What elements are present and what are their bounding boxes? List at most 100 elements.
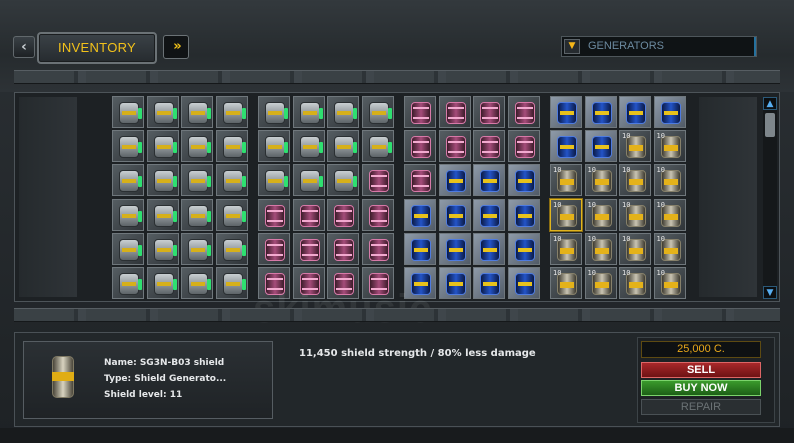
inventory-slot[interactable]: 10	[584, 198, 617, 231]
inventory-slot[interactable]	[215, 232, 248, 265]
inventory-slot[interactable]	[146, 267, 179, 299]
inventory-slot[interactable]	[550, 130, 582, 163]
inventory-slot[interactable]	[507, 96, 540, 128]
inventory-slot[interactable]: 10	[653, 267, 686, 299]
inventory-slot[interactable]: 10	[653, 130, 686, 163]
inventory-slot[interactable]	[361, 130, 394, 163]
inventory-slot[interactable]: 10	[584, 267, 617, 299]
next-arrow-button[interactable]: »	[163, 35, 189, 59]
inventory-slot[interactable]	[112, 130, 144, 163]
inventory-slot[interactable]	[438, 130, 471, 163]
inventory-slot[interactable]	[327, 232, 359, 265]
inventory-slot[interactable]	[473, 96, 505, 128]
inventory-slot[interactable]	[327, 198, 359, 231]
inventory-slot[interactable]	[361, 198, 394, 231]
inventory-slot[interactable]	[258, 198, 290, 231]
inventory-slot[interactable]	[181, 96, 213, 128]
inventory-slot[interactable]	[181, 164, 213, 197]
inventory-slot[interactable]	[292, 232, 325, 265]
inventory-slot[interactable]	[112, 96, 144, 128]
previous-arrow-icon[interactable]: ‹	[13, 36, 35, 58]
inventory-slot[interactable]: 10	[619, 130, 651, 163]
inventory-slot[interactable]	[404, 130, 436, 163]
category-dropdown[interactable]: ▼ GENERATORS	[561, 36, 757, 57]
inventory-slot[interactable]	[438, 96, 471, 128]
inventory-slot[interactable]	[404, 232, 436, 265]
tab-inventory[interactable]: INVENTORY	[37, 32, 157, 64]
inventory-slot[interactable]	[550, 96, 582, 128]
inventory-slot[interactable]	[112, 164, 144, 197]
inventory-slot[interactable]	[584, 96, 617, 128]
inventory-slot[interactable]	[404, 96, 436, 128]
inventory-slot[interactable]	[146, 198, 179, 231]
inventory-slot[interactable]	[181, 198, 213, 231]
inventory-slot[interactable]	[146, 164, 179, 197]
inventory-slot[interactable]	[404, 198, 436, 231]
repair-button[interactable]: REPAIR	[641, 399, 761, 415]
inventory-slot[interactable]	[438, 267, 471, 299]
inventory-slot[interactable]	[473, 198, 505, 231]
inventory-slot[interactable]: 10	[653, 164, 686, 197]
inventory-slot[interactable]	[619, 96, 651, 128]
inventory-slot[interactable]	[473, 164, 505, 197]
scrollbar-thumb[interactable]	[765, 113, 775, 137]
inventory-slot[interactable]	[327, 130, 359, 163]
grid-scrollbar[interactable]: ▲ ▼	[763, 97, 777, 299]
inventory-slot[interactable]	[438, 164, 471, 197]
dropdown-arrow-icon[interactable]: ▼	[564, 39, 580, 54]
inventory-slot[interactable]	[181, 232, 213, 265]
inventory-slot[interactable]: 10	[619, 198, 651, 231]
inventory-slot[interactable]: 10	[619, 267, 651, 299]
scroll-down-icon[interactable]: ▼	[763, 286, 777, 299]
inventory-slot[interactable]	[361, 96, 394, 128]
inventory-slot[interactable]	[507, 232, 540, 265]
inventory-slot[interactable]	[361, 232, 394, 265]
inventory-slot[interactable]	[181, 130, 213, 163]
inventory-slot[interactable]	[215, 198, 248, 231]
inventory-slot[interactable]	[215, 164, 248, 197]
inventory-slot[interactable]: 10	[550, 267, 582, 299]
inventory-slot[interactable]	[215, 130, 248, 163]
inventory-slot[interactable]	[112, 198, 144, 231]
inventory-slot[interactable]: 10	[653, 232, 686, 265]
inventory-slot[interactable]	[473, 130, 505, 163]
scroll-up-icon[interactable]: ▲	[763, 97, 777, 110]
inventory-slot[interactable]	[292, 164, 325, 197]
inventory-slot[interactable]: 10	[584, 164, 617, 197]
inventory-slot[interactable]: 10	[619, 164, 651, 197]
inventory-slot[interactable]: 10	[653, 198, 686, 231]
inventory-slot[interactable]	[653, 96, 686, 128]
inventory-slot[interactable]	[146, 96, 179, 128]
inventory-slot[interactable]	[215, 96, 248, 128]
inventory-slot[interactable]	[112, 267, 144, 299]
inventory-slot[interactable]	[327, 96, 359, 128]
inventory-slot[interactable]	[473, 232, 505, 265]
inventory-slot[interactable]	[258, 232, 290, 265]
inventory-slot[interactable]	[507, 198, 540, 231]
inventory-slot[interactable]	[112, 232, 144, 265]
inventory-slot[interactable]: 10	[550, 164, 582, 197]
inventory-slot[interactable]	[438, 232, 471, 265]
inventory-slot[interactable]	[215, 267, 248, 299]
inventory-slot[interactable]	[258, 130, 290, 163]
inventory-slot[interactable]	[438, 198, 471, 231]
inventory-slot[interactable]	[181, 267, 213, 299]
inventory-slot[interactable]: 10	[550, 232, 582, 265]
inventory-slot[interactable]	[361, 164, 394, 197]
inventory-slot[interactable]	[404, 164, 436, 197]
inventory-slot[interactable]	[292, 130, 325, 163]
inventory-slot[interactable]	[473, 267, 505, 299]
inventory-slot[interactable]	[584, 130, 617, 163]
inventory-slot[interactable]	[292, 198, 325, 231]
inventory-slot[interactable]	[292, 96, 325, 128]
inventory-slot[interactable]	[327, 164, 359, 197]
inventory-slot[interactable]: 10	[619, 232, 651, 265]
buy-now-button[interactable]: BUY NOW	[641, 380, 761, 396]
inventory-slot[interactable]	[507, 164, 540, 197]
inventory-slot[interactable]	[258, 96, 290, 128]
inventory-slot[interactable]	[258, 164, 290, 197]
sell-button[interactable]: SELL	[641, 362, 761, 378]
inventory-slot[interactable]	[507, 130, 540, 163]
inventory-slot[interactable]	[146, 232, 179, 265]
inventory-slot[interactable]: 10	[584, 232, 617, 265]
